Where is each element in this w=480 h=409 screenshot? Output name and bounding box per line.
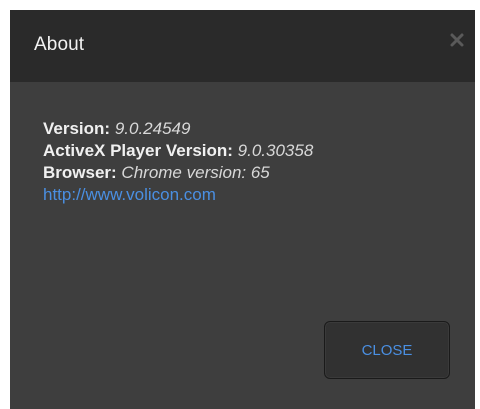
version-label: Version: [43, 119, 111, 138]
version-value: 9.0.24549 [114, 119, 191, 138]
close-button[interactable]: CLOSE [324, 321, 450, 379]
browser-value: Chrome version: 65 [121, 163, 270, 182]
activex-version-value: 9.0.30358 [237, 141, 314, 160]
activex-version-label: ActiveX Player Version: [43, 141, 233, 160]
dialog-titlebar: About [10, 10, 475, 82]
dialog-title: About [34, 34, 85, 55]
version-row: Version: 9.0.24549 [43, 118, 313, 140]
activex-version-row: ActiveX Player Version: 9.0.30358 [43, 140, 313, 162]
about-dialog: About Version: 9.0.24549 ActiveX Player … [10, 10, 475, 409]
volicon-link[interactable]: http://www.volicon.com [43, 185, 216, 204]
browser-row: Browser: Chrome version: 65 [43, 162, 313, 184]
close-x-icon[interactable] [449, 32, 465, 48]
about-info: Version: 9.0.24549 ActiveX Player Versio… [43, 118, 313, 206]
browser-label: Browser: [43, 163, 117, 182]
link-row: http://www.volicon.com [43, 184, 313, 206]
